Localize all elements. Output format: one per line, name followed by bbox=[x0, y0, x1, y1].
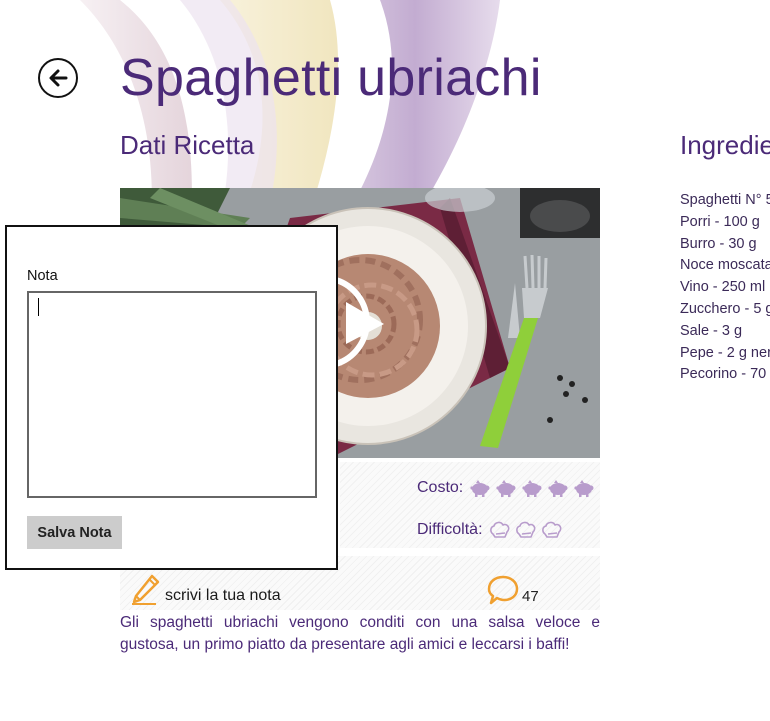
note-dialog: Nota Salva Nota bbox=[5, 225, 338, 570]
section-title-recipe-data: Dati Ricetta bbox=[120, 130, 255, 160]
back-button[interactable] bbox=[38, 58, 78, 98]
recipe-stats: Costo: Difficoltà: bbox=[340, 462, 600, 548]
note-label: Nota bbox=[27, 268, 58, 284]
piggy-bank-icon bbox=[470, 480, 490, 497]
chef-hat-icon bbox=[515, 521, 535, 538]
ingredient-item: Pepe - 2 g nero bbox=[680, 344, 770, 361]
ingredient-item: Vino - 250 ml bbox=[680, 279, 766, 296]
ingredient-item: Porri - 100 g bbox=[680, 213, 760, 230]
piggy-bank-icon bbox=[574, 480, 594, 497]
ingredient-item: Spaghetti N° 5 - 320 g bbox=[680, 192, 770, 208]
comment-count: 47 bbox=[522, 588, 539, 605]
ingredient-item: Zucchero - 5 g bbox=[680, 300, 770, 317]
page-title: Spaghetti ubriachi bbox=[120, 49, 542, 107]
difficulty-label: Difficoltà: bbox=[417, 521, 483, 538]
chef-hat-icon bbox=[541, 521, 561, 538]
chef-hat-icon bbox=[489, 521, 509, 538]
cost-row: Costo: bbox=[417, 478, 595, 498]
note-textarea[interactable] bbox=[27, 291, 317, 498]
text-caret bbox=[38, 298, 39, 316]
arrow-left-circle-icon bbox=[49, 69, 68, 87]
play-video-button[interactable] bbox=[326, 274, 408, 370]
pencil-icon[interactable] bbox=[130, 574, 160, 606]
difficulty-row: Difficoltà: bbox=[417, 520, 563, 540]
cost-rating bbox=[469, 478, 595, 498]
difficulty-rating bbox=[489, 520, 563, 540]
speech-bubble-icon[interactable] bbox=[487, 574, 519, 606]
piggy-bank-icon bbox=[496, 480, 516, 497]
ingredient-item: Pecorino - 70 g bbox=[680, 366, 770, 383]
write-note-link[interactable]: scrivi la tua nota bbox=[165, 587, 281, 605]
piggy-bank-icon bbox=[522, 480, 542, 497]
ingredient-item: Sale - 3 g bbox=[680, 322, 743, 339]
ingredients-list: Spaghetti N° 5 - 320 g Porri - 100 g Bur… bbox=[680, 190, 770, 386]
recipe-description: Gli spaghetti ubriachi vengono conditi c… bbox=[120, 614, 600, 653]
section-title-ingredients: Ingredienti bbox=[680, 130, 770, 160]
play-icon bbox=[335, 277, 384, 367]
cost-label: Costo: bbox=[417, 479, 464, 496]
ingredient-item: Noce moscata bbox=[680, 257, 770, 274]
save-note-button[interactable]: Salva Nota bbox=[27, 516, 122, 549]
ingredient-item: Burro - 30 g bbox=[680, 235, 757, 252]
piggy-bank-icon bbox=[548, 480, 568, 497]
